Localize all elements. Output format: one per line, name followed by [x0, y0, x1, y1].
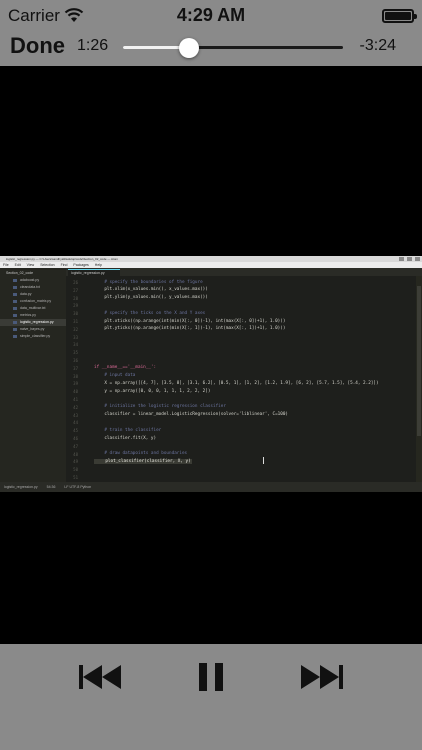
- status-bar: Carrier 4:29 AM: [0, 0, 422, 30]
- scroll-track: [416, 276, 422, 482]
- status-extra: LF UTF-8 Python: [64, 485, 92, 489]
- scrubber[interactable]: [123, 38, 343, 58]
- code-line: # draw datapoints and boundaries: [94, 451, 188, 457]
- code-line: X = np.array([[4, 7], [3.5, 8], [3.1, 6.…: [94, 380, 379, 386]
- code-line: plt.yticks((np.arange(int(min(X[:, 1])-1…: [94, 326, 286, 332]
- file-tree: Section_02_code adaboost.py cleandata.txt…: [0, 268, 66, 482]
- line-number: 27: [73, 287, 78, 293]
- battery-icon: [382, 9, 417, 23]
- line-number: 33: [73, 334, 78, 340]
- code-line: # specify the boundaries of the figure: [94, 279, 203, 285]
- line-number: 34: [73, 342, 78, 348]
- code-line: if __name__=='__main__':: [94, 365, 157, 371]
- line-number: 44: [73, 420, 78, 426]
- file-tree-item: cleandata.txt: [0, 284, 66, 291]
- code-line: # input data: [94, 373, 136, 379]
- status-position: 54:36: [46, 485, 56, 489]
- scrubber-thumb[interactable]: [179, 38, 199, 58]
- file-tree-item: simple_classifier.py: [0, 333, 66, 340]
- remaining-time: -3:24: [359, 37, 396, 54]
- line-number: 42: [73, 404, 78, 410]
- editor-status-line: logistic_regression.py 54:36 LF UTF-8 Py…: [0, 482, 422, 492]
- line-number: 37: [73, 365, 78, 371]
- window-buttons: [399, 257, 420, 261]
- pause-icon[interactable]: [196, 662, 226, 692]
- code-line: # train the classifier: [94, 427, 162, 433]
- code-line: y = np.array([0, 0, 0, 1, 1, 1, 2, 2, 2]…: [94, 388, 211, 394]
- line-number: 28: [73, 295, 78, 301]
- line-number: 47: [73, 443, 78, 449]
- player-top-bar: Done 1:26 -3:24: [0, 30, 422, 66]
- code-line: plt.xticks((np.arange(int(min(X[:, 0])-1…: [94, 318, 286, 324]
- line-number: 31: [73, 319, 78, 324]
- file-tree-item: logistic_regression.py: [0, 319, 66, 326]
- player-bottom-bar: [0, 644, 422, 750]
- line-number: 30: [73, 311, 78, 317]
- line-number: 50: [73, 467, 78, 473]
- code-editor: 26 27 28 29 30 31 32 33 34 35 36 37 38 39 40 41 42 43 44 45…: [66, 276, 422, 492]
- code-line: classifier.fit(X, y): [94, 435, 157, 441]
- elapsed-time: 1:26: [77, 37, 109, 54]
- line-number: 46: [73, 436, 78, 441]
- file-tree-item: naive_bayes.py: [0, 326, 66, 333]
- project-root: Section_02_code: [6, 271, 34, 275]
- code-line: plot_classifier(classifier, X, y): [94, 458, 192, 464]
- file-tree-item: metrics.py: [0, 312, 66, 319]
- code-line: plt.xlim(x_values.min(), x_values.max()): [94, 287, 208, 293]
- line-number: 36: [73, 358, 78, 363]
- line-number: 43: [73, 412, 78, 418]
- code-line: classifier = linear_model.LogisticRegres…: [94, 412, 289, 418]
- line-number: 48: [73, 451, 78, 457]
- line-number: 38: [73, 373, 78, 379]
- video-area[interactable]: logistic_regression.py — C:\Users\sandhy…: [0, 66, 422, 644]
- video-frame: logistic_regression.py — C:\Users\sandhy…: [0, 256, 422, 492]
- line-number: 39: [73, 381, 78, 387]
- next-track-icon[interactable]: [300, 662, 344, 692]
- text-caret: [263, 457, 264, 464]
- line-number: 29: [73, 303, 78, 309]
- file-tree-item: data_multivar.txt: [0, 305, 66, 312]
- line-number: 35: [73, 350, 78, 356]
- status-file: logistic_regression.py: [4, 485, 38, 489]
- code-line: # specify the ticks on the X and Y axes: [94, 310, 206, 316]
- line-number: 40: [73, 389, 78, 395]
- line-number: 26: [73, 280, 78, 285]
- file-tree-item: adaboost.py: [0, 277, 66, 284]
- done-button[interactable]: Done: [10, 33, 65, 59]
- line-number: 32: [73, 326, 78, 332]
- clock: 4:29 AM: [176, 5, 246, 25]
- code-line: plt.ylim(y_values.min(), y_values.max()): [94, 295, 208, 301]
- previous-track-icon[interactable]: [78, 662, 122, 692]
- file-tree-item: confusion_matrix.py: [0, 298, 66, 305]
- code-line: # initialize the logistic regression cla…: [94, 404, 226, 410]
- line-number: 51: [73, 475, 78, 480]
- line-number: 45: [73, 428, 78, 434]
- editor-tab: logistic_regression.py: [68, 269, 120, 276]
- line-number: 49: [73, 459, 78, 465]
- line-gutter: 26 27 28 29 30 31 32 33 34 35 36 37 38 39 40 41 42 43 44 45…: [66, 276, 80, 492]
- line-number: 41: [73, 397, 78, 402]
- file-tree-item: data.py: [0, 291, 66, 298]
